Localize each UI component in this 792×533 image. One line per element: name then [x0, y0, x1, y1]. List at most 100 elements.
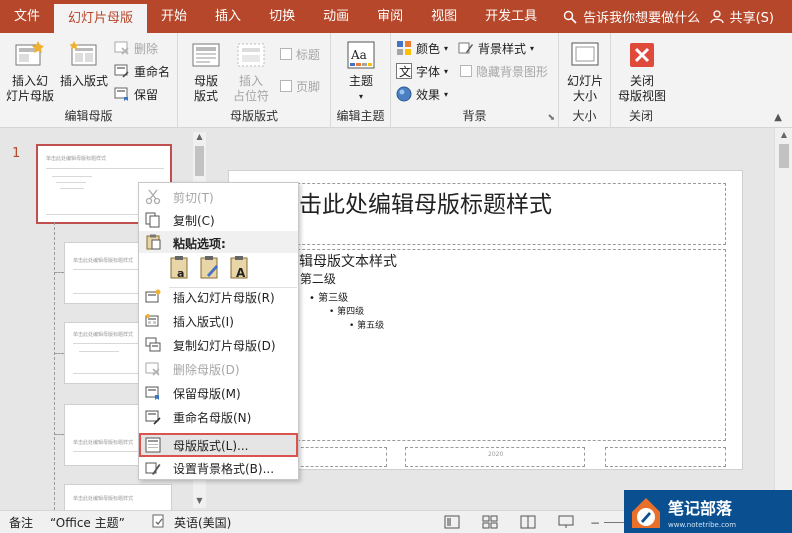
- menu-item-delete-master-label: 删除母版(D): [173, 362, 240, 377]
- zoom-slider[interactable]: [604, 522, 624, 523]
- master-slide[interactable]: 击此处编辑母版标题样式 辑母版文本样式 • 第二级 • 第三级 • 第四级 • …: [227, 170, 743, 470]
- tab-animations[interactable]: 动画: [309, 0, 363, 33]
- slide-size-button[interactable]: 幻灯片 大小: [563, 39, 607, 104]
- zoom-out-button[interactable]: −: [590, 516, 600, 530]
- body-level-5: • 第五级: [349, 321, 385, 331]
- body-level-3: • 第三级: [309, 293, 349, 304]
- insert-slide-master-button[interactable]: 插入幻 灯片母版: [6, 39, 54, 104]
- master-layout-icon: [192, 43, 220, 67]
- fonts-dropdown-icon: ▾: [444, 66, 449, 76]
- theme-button[interactable]: Aa 主题 ▾: [339, 39, 383, 104]
- group-label-background: 背景: [462, 109, 487, 123]
- paste-options-label: 粘贴选项:: [173, 237, 226, 251]
- rename-button[interactable]: 重命名: [114, 62, 170, 80]
- insert-slide-master-label: 插入幻 灯片母版: [6, 74, 55, 103]
- tab-home[interactable]: 开始: [147, 0, 201, 33]
- menu-item-duplicate-master-label: 复制幻灯片母版(D): [173, 338, 276, 353]
- insert-layout-icon: [145, 314, 159, 327]
- notes-button[interactable]: 备注: [9, 514, 33, 531]
- menu-item-master-layout[interactable]: 母版版式(L)...: [139, 433, 298, 457]
- language-status[interactable]: 英语(美国): [174, 514, 231, 531]
- canvas-scroll-up-icon[interactable]: ▲: [775, 130, 792, 139]
- paste-text-only-icon[interactable]: A: [229, 255, 251, 281]
- menu-item-duplicate-master[interactable]: 复制幻灯片母版(D): [139, 333, 298, 357]
- title-checkbox-box: [280, 48, 292, 60]
- insert-layout-button[interactable]: 插入版式: [58, 39, 110, 89]
- tab-developer[interactable]: 开发工具: [471, 0, 551, 33]
- layout-connector-line: [54, 272, 64, 273]
- layout-connector-line: [54, 222, 55, 510]
- master-layout-label: 母版 版式: [193, 74, 218, 103]
- reading-view-icon[interactable]: [520, 515, 536, 532]
- insert-placeholder-button[interactable]: 插入 占位符: [228, 39, 274, 104]
- date-placeholder[interactable]: 2020: [405, 447, 585, 467]
- scroll-up-icon[interactable]: ▲: [193, 132, 206, 144]
- body-level-5-text: 第五级: [357, 321, 385, 331]
- normal-view-icon[interactable]: [444, 515, 460, 532]
- slide-number-placeholder[interactable]: [605, 447, 726, 467]
- footer-checkbox-label: 页脚: [296, 79, 321, 94]
- background-dialog-launcher-icon[interactable]: ⬊: [547, 113, 555, 123]
- menu-item-insert-layout[interactable]: 插入版式(I): [139, 309, 298, 333]
- body-level-1: 辑母版文本样式: [299, 254, 397, 270]
- menu-item-insert-slide-master[interactable]: 插入幻灯片母版(R): [139, 285, 298, 309]
- footer-placeholder-left[interactable]: [291, 447, 387, 467]
- title-checkbox[interactable]: 标题: [280, 45, 320, 63]
- svg-text:文: 文: [399, 64, 411, 79]
- menu-item-delete-master[interactable]: 删除母版(D): [139, 357, 298, 381]
- share-button[interactable]: 共享(S): [709, 7, 792, 26]
- scissors-icon: [145, 189, 161, 205]
- layout-connector-line: [54, 353, 64, 354]
- tab-view[interactable]: 视图: [417, 0, 471, 33]
- slide-sorter-icon[interactable]: [482, 515, 498, 532]
- svg-text:Aa: Aa: [350, 48, 367, 62]
- logo-url: www.notetribe.com: [668, 521, 736, 529]
- colors-dropdown-icon: ▾: [444, 43, 449, 53]
- thumbnail-line: [79, 351, 119, 352]
- close-master-view-button[interactable]: 关闭 母版视图: [615, 39, 669, 104]
- thumbnail-line: [52, 176, 92, 177]
- background-styles-button[interactable]: 背景样式 ▾: [458, 39, 534, 57]
- effects-button[interactable]: 效果 ▾: [396, 85, 448, 103]
- menu-item-copy[interactable]: 复制(C): [139, 208, 298, 232]
- tab-transitions[interactable]: 切换: [255, 0, 309, 33]
- scrollbar-thumb[interactable]: [195, 146, 204, 176]
- collapse-ribbon-icon[interactable]: ▲: [774, 112, 782, 123]
- tab-slide-master[interactable]: 幻灯片母版: [54, 4, 148, 33]
- notetribe-logo: 笔记部落 www.notetribe.com: [624, 490, 792, 533]
- menu-item-format-background[interactable]: 设置背景格式(B)...: [139, 456, 298, 480]
- colors-label: 颜色: [416, 41, 441, 56]
- delete-button[interactable]: 删除: [114, 39, 158, 57]
- spellcheck-icon[interactable]: [152, 514, 166, 531]
- paste-use-destination-theme-icon[interactable]: a: [169, 255, 191, 281]
- tab-review[interactable]: 审阅: [363, 0, 417, 33]
- slideshow-icon[interactable]: [558, 515, 574, 532]
- menu-item-preserve-master[interactable]: 保留母版(M): [139, 381, 298, 405]
- body-level-3-text: 第三级: [318, 293, 349, 304]
- group-edit-theme: Aa 主题 ▾ 编辑主题: [331, 33, 391, 128]
- preserve-button[interactable]: 保留: [114, 85, 158, 103]
- footer-checkbox[interactable]: 页脚: [280, 77, 320, 95]
- paste-keep-source-formatting-icon[interactable]: [199, 255, 221, 281]
- colors-button[interactable]: 颜色 ▾: [396, 39, 448, 57]
- background-styles-dropdown-icon: ▾: [530, 43, 535, 53]
- thumbnail-title-text: 单击此处编辑母版标题样式: [46, 156, 107, 162]
- menu-item-cut[interactable]: 剪切(T): [139, 185, 298, 209]
- menu-item-rename-master[interactable]: 重命名母版(N): [139, 405, 298, 429]
- canvas-scrollbar-thumb[interactable]: [779, 144, 789, 168]
- fonts-button[interactable]: 文 字体 ▾: [396, 62, 448, 80]
- master-layout-button[interactable]: 母版 版式: [186, 39, 226, 104]
- scroll-down-icon[interactable]: ▼: [193, 496, 206, 508]
- effects-dropdown-icon: ▾: [444, 89, 449, 99]
- clipboard-icon: [146, 234, 161, 250]
- menu-item-master-layout-label: 母版版式(L)...: [173, 438, 249, 453]
- body-level-2-text: 第二级: [299, 272, 336, 286]
- group-label-edit-master: 编辑母版: [64, 109, 113, 123]
- tell-me-box[interactable]: 告诉我你想要做什么: [563, 7, 700, 26]
- background-styles-label: 背景样式: [478, 41, 527, 56]
- tab-insert[interactable]: 插入: [201, 0, 255, 33]
- group-label-master-layout: 母版版式: [229, 109, 278, 123]
- hide-bg-graphics-checkbox[interactable]: 隐藏背景图形: [460, 62, 548, 80]
- tab-file[interactable]: 文件: [0, 0, 54, 33]
- canvas-scrollbar[interactable]: ▲ ▼: [774, 128, 792, 510]
